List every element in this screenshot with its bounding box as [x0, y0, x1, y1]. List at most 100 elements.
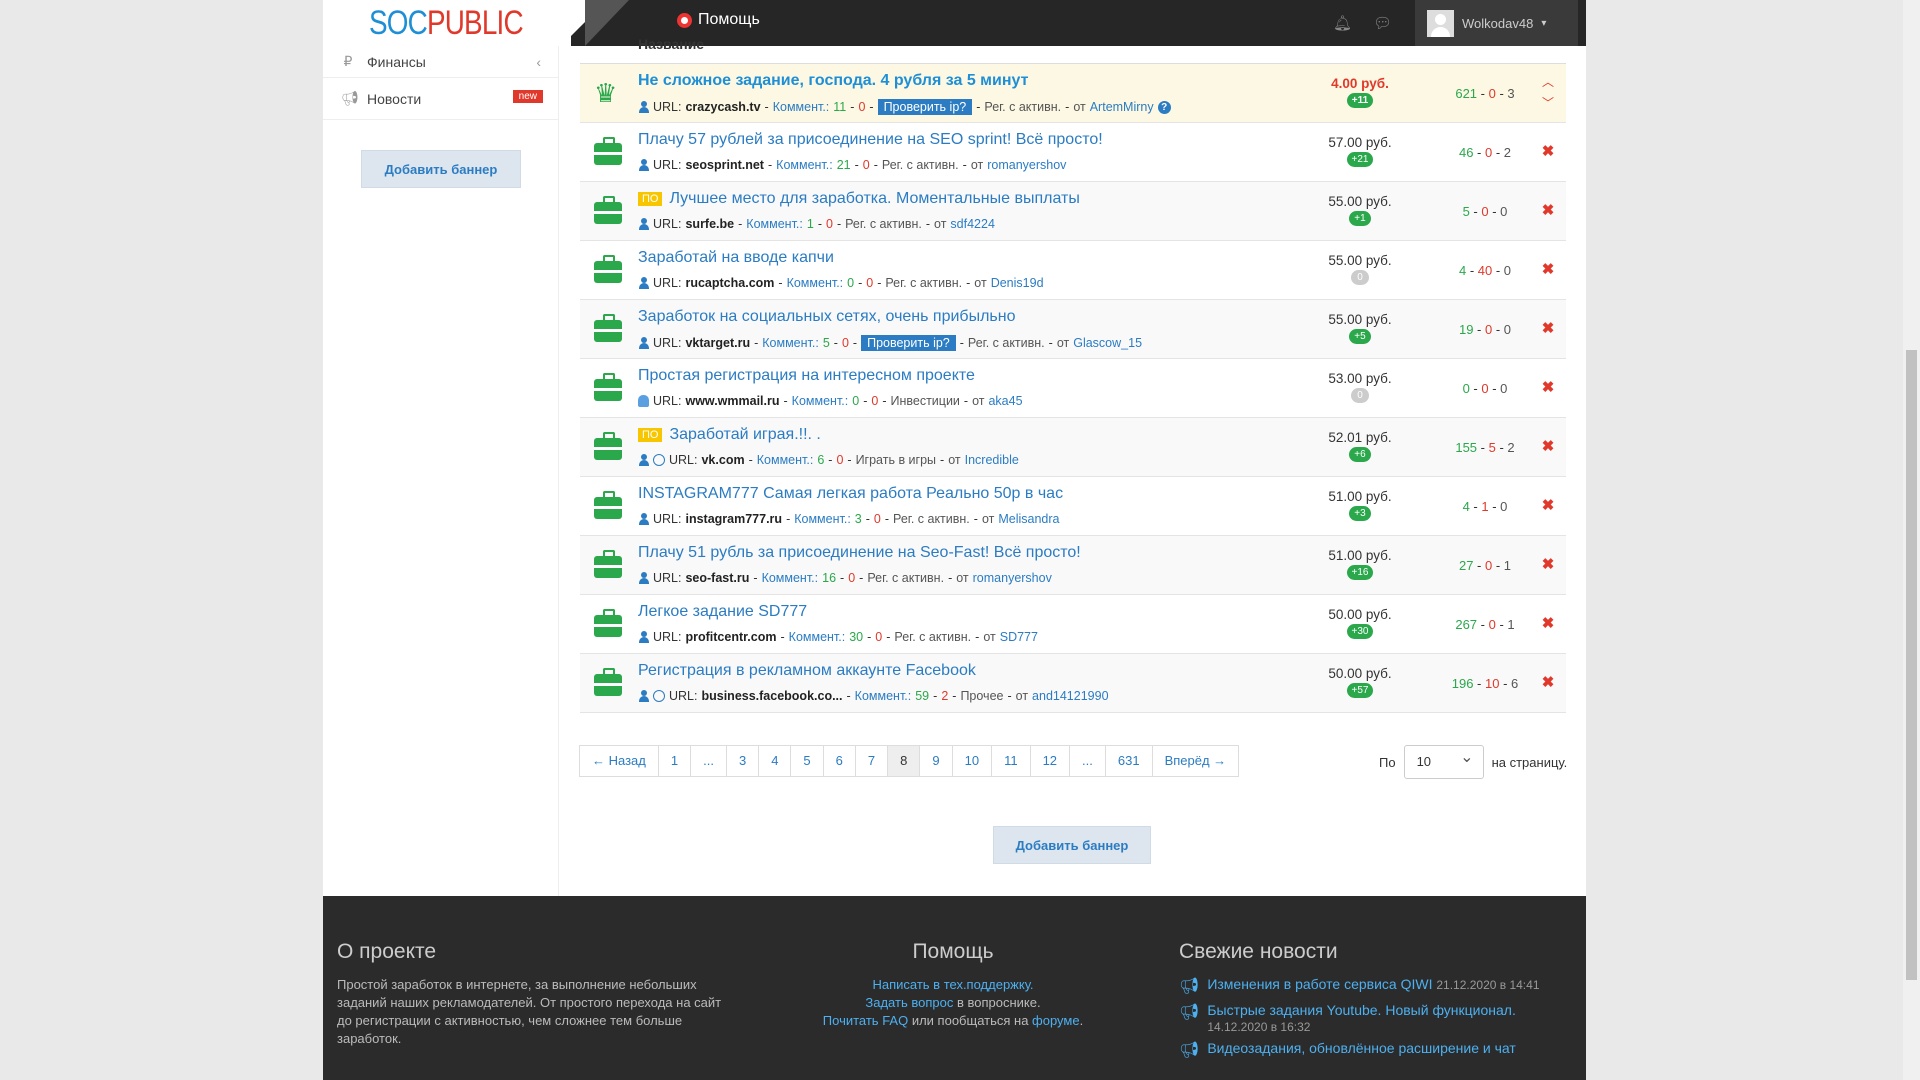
comments-label[interactable]: Коммент.: [746, 217, 803, 231]
help-link[interactable]: Помощь [677, 11, 760, 29]
task-title[interactable]: Плачу 51 рубль за присоединение на Seo-F… [638, 544, 1081, 562]
hide-task-icon[interactable]: ✖ [1538, 496, 1558, 514]
comments-positive: 6 [817, 453, 825, 467]
question-icon[interactable]: ? [1157, 100, 1171, 114]
task-title[interactable]: Простая регистрация на интересном проект… [638, 367, 975, 385]
pager-page[interactable]: 6 [822, 745, 856, 777]
chevron-up-icon[interactable]: ︿ [1538, 72, 1558, 93]
chevron-down-icon[interactable]: ﹀ [1538, 93, 1558, 114]
page-scrollbar[interactable] [1903, 0, 1920, 1080]
ask-question-link[interactable]: Задать вопрос [865, 995, 953, 1010]
author-link[interactable]: romanyershov [987, 158, 1066, 172]
pager-page: ... [1069, 745, 1106, 777]
comments-label[interactable]: Коммент.: [757, 453, 814, 467]
hide-task-icon[interactable]: ✖ [1538, 614, 1558, 632]
pager-page[interactable]: 8 [887, 745, 921, 777]
pager-prev[interactable]: ← Назад [579, 745, 659, 777]
task-title[interactable]: Заработок на социальных сетях, очень при… [638, 308, 1016, 326]
hide-task-icon[interactable]: ✖ [1538, 555, 1558, 573]
pager-next[interactable]: Вперёд → [1151, 745, 1240, 777]
hide-task-icon[interactable]: ✖ [1538, 201, 1558, 219]
forum-link[interactable]: форуме [1032, 1013, 1080, 1028]
hide-task-icon[interactable]: ✖ [1538, 378, 1558, 396]
sidebar-item-news[interactable]: 📢︎ Новости new [323, 78, 559, 120]
author-link[interactable]: ArtemMirny [1090, 100, 1154, 114]
pager-page[interactable]: 1 [657, 745, 692, 777]
pager-page[interactable]: 9 [919, 745, 953, 777]
pager-page[interactable]: 3 [725, 745, 760, 777]
footer-news-title: Свежие новости [1179, 940, 1338, 963]
comments-label[interactable]: Коммент.: [773, 100, 830, 114]
sidebar-item-finances[interactable]: ₽ Финансы ‹ [323, 46, 559, 78]
comments-label[interactable]: Коммент.: [855, 689, 912, 703]
briefcase-shape [594, 668, 622, 696]
author-link[interactable]: SD777 [1000, 630, 1038, 644]
hide-task-icon[interactable]: ✖ [1538, 142, 1558, 160]
task-title[interactable]: ПО Заработай играя.!!. . [638, 426, 821, 444]
briefcase-shape [594, 491, 622, 519]
comments-label[interactable]: Коммент.: [794, 512, 851, 526]
separator: - [1488, 381, 1501, 396]
task-table: ♛ Не сложное задание, господа. 4 рубля за… [580, 64, 1566, 713]
pager-page[interactable]: 12 [1029, 745, 1071, 777]
add-banner-main-button[interactable]: Добавить баннер [993, 826, 1151, 864]
task-title[interactable]: INSTAGRAM777 Самая легкая работа Реально… [638, 485, 1063, 503]
comments-label[interactable]: Коммент.: [792, 394, 849, 408]
separator: - [754, 336, 759, 350]
scrollbar-thumb[interactable] [1906, 350, 1917, 980]
megaphone-icon: 📢︎ [1179, 1042, 1200, 1059]
task-stats: 267 - 0 - 1 [1430, 617, 1540, 632]
author-link[interactable]: Glascow_15 [1073, 336, 1142, 350]
comments-label[interactable]: Коммент.: [776, 158, 833, 172]
support-link[interactable]: Написать в тех.поддержку. [872, 977, 1033, 992]
author-link[interactable]: Incredible [965, 453, 1019, 467]
task-title[interactable]: Легкое задание SD777 [638, 603, 807, 621]
author-link[interactable]: sdf4224 [950, 217, 994, 231]
task-category: Прочее [960, 689, 1004, 703]
task-title-text: Лучшее место для заработка. Моментальные… [669, 190, 1080, 207]
comments-label[interactable]: Коммент.: [762, 571, 819, 585]
news-link[interactable]: Изменения в работе сервиса QIWI [1207, 976, 1432, 992]
stat-done: 155 [1455, 440, 1478, 455]
author-link[interactable]: Denis19d [991, 276, 1044, 290]
task-title[interactable]: Плачу 57 рублей за присоединение на SEO … [638, 131, 1103, 149]
column-name-header[interactable]: Название [638, 36, 704, 52]
hide-task-icon[interactable]: ✖ [1538, 260, 1558, 278]
task-title[interactable]: Заработай на вводе капчи [638, 249, 834, 267]
hide-task-icon[interactable]: ✖ [1538, 673, 1558, 691]
pager-page[interactable]: 5 [790, 745, 824, 777]
per-page-select[interactable]: 10 [1403, 742, 1484, 779]
author-link[interactable]: and14121990 [1032, 689, 1108, 703]
check-ip-button[interactable]: Проверить ip? [861, 335, 956, 351]
briefcase-shape [594, 314, 622, 342]
task-title[interactable]: Регистрация в рекламном аккаунте Faceboo… [638, 662, 976, 680]
briefcase-shape [594, 196, 622, 224]
news-link[interactable]: Видеозадания, обновлённое расширение и ч… [1207, 1040, 1515, 1056]
pager-page[interactable]: 631 [1104, 745, 1153, 777]
site-logo[interactable]: SOCPUBLIC [369, 4, 524, 43]
url-label: URL: [669, 689, 698, 703]
separator: - [1466, 263, 1478, 278]
stat-rejected: 1 [1481, 499, 1489, 514]
task-title[interactable]: ПО Лучшее место для заработка. Моментальн… [638, 190, 1080, 208]
hide-task-icon[interactable]: ✖ [1538, 437, 1558, 455]
pager-page[interactable]: 7 [854, 745, 889, 777]
comments-label[interactable]: Коммент.: [787, 276, 844, 290]
comments-label[interactable]: Коммент.: [789, 630, 846, 644]
pager-page[interactable]: 11 [991, 745, 1031, 777]
author-link[interactable]: Melisandra [998, 512, 1059, 526]
author-prefix: от [1015, 689, 1029, 703]
author-link[interactable]: romanyershov [973, 571, 1052, 585]
task-title[interactable]: Не сложное задание, господа. 4 рубля за … [638, 72, 1028, 90]
add-banner-sidebar-button[interactable]: Добавить баннер [361, 150, 521, 188]
news-link[interactable]: Быстрые задания Youtube. Новый функциона… [1207, 1002, 1516, 1018]
check-ip-button[interactable]: Проверить ip? [877, 99, 973, 115]
comments-label[interactable]: Коммент.: [762, 336, 819, 350]
pager-page[interactable]: 4 [758, 745, 792, 777]
faq-link[interactable]: Почитать FAQ [823, 1013, 908, 1028]
hide-task-icon[interactable]: ✖ [1538, 319, 1558, 337]
user-icon [638, 572, 649, 584]
pager-page[interactable]: 10 [951, 745, 993, 777]
task-url: seosprint.net [685, 158, 764, 172]
author-link[interactable]: aka45 [988, 394, 1022, 408]
